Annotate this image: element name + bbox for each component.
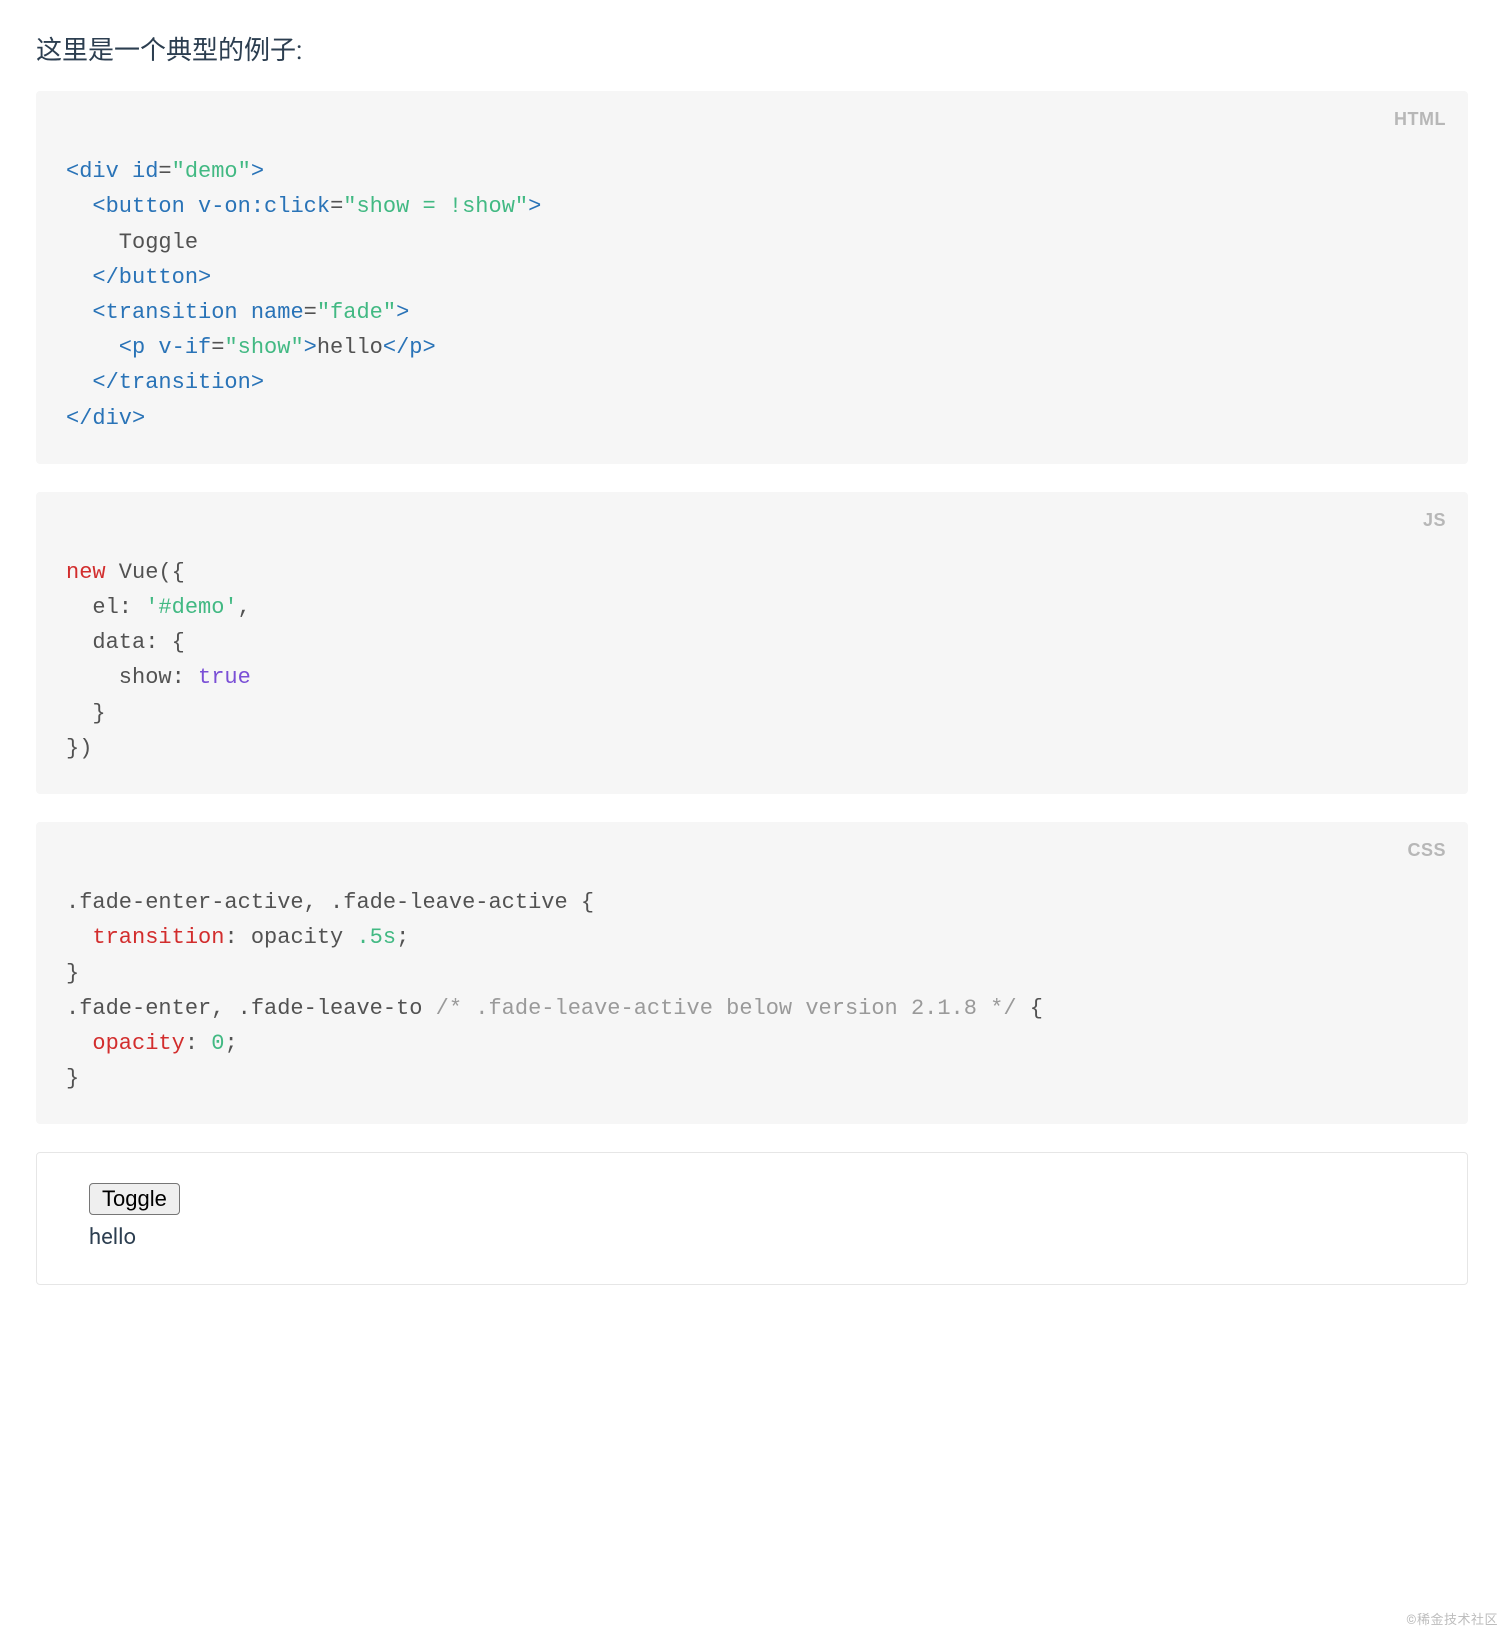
code-block-js: JSnew Vue({ el: '#demo', data: { show: t… (36, 492, 1468, 794)
code-label-js: JS (1423, 506, 1446, 535)
intro-text: 这里是一个典型的例子: (36, 30, 1468, 67)
toggle-button[interactable]: Toggle (89, 1183, 180, 1215)
watermark: ©稀金技术社区 (1406, 1609, 1498, 1628)
code-label-html: HTML (1394, 105, 1446, 134)
demo-box: Toggle hello (36, 1152, 1468, 1285)
code-block-html: HTML<div id="demo"> <button v-on:click="… (36, 91, 1468, 464)
code-label-css: CSS (1407, 836, 1446, 865)
demo-output-text: hello (89, 1225, 1415, 1250)
code-block-css: CSS.fade-enter-active, .fade-leave-activ… (36, 822, 1468, 1124)
